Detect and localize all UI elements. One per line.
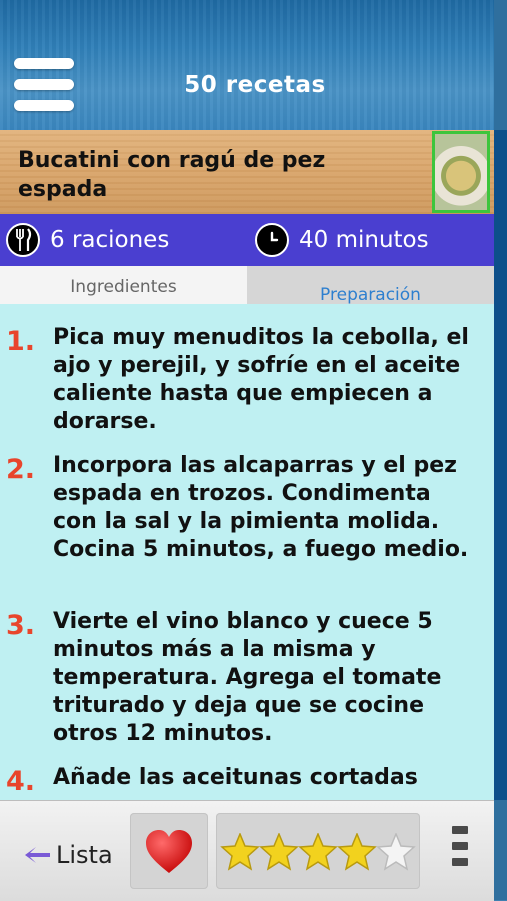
back-label: Lista: [56, 841, 113, 869]
back-arrow-icon: [25, 847, 50, 863]
app-header: [0, 0, 507, 130]
step-text: Vierte el vino blanco y cuece 5 minutos …: [53, 609, 442, 746]
step-number: 2.: [6, 454, 36, 485]
step-number: 1.: [6, 326, 36, 357]
star-filled-icon[interactable]: [220, 833, 260, 871]
step-text: Incorpora las alcaparras y el pez espada…: [53, 453, 469, 562]
preparation-steps[interactable]: 1. Pica muy menuditos la cebolla, el ajo…: [0, 304, 494, 800]
step-text: Añade las aceitunas cortadas: [53, 765, 418, 790]
favorite-button[interactable]: [130, 813, 208, 889]
servings-text: 6 raciones: [50, 227, 170, 253]
star-filled-icon[interactable]: [337, 833, 377, 871]
hamburger-bar: [14, 79, 74, 90]
heart-icon: [146, 830, 192, 873]
star-filled-icon[interactable]: [298, 833, 338, 871]
tab-ingredients[interactable]: Ingredientes: [0, 266, 247, 304]
hamburger-bar: [14, 100, 74, 111]
servings-info: 6 raciones: [6, 214, 169, 266]
star-filled-icon[interactable]: [259, 833, 299, 871]
time-info: 40 minutos: [255, 214, 429, 266]
step-number: 4.: [6, 766, 36, 797]
cutlery-icon: [6, 223, 40, 257]
rating-stars[interactable]: [216, 813, 420, 889]
tab-preparation[interactable]: Preparación: [247, 266, 494, 304]
right-edge: [494, 0, 507, 900]
hamburger-menu-icon: [14, 58, 74, 69]
back-to-list-button[interactable]: Lista: [22, 838, 113, 872]
more-options-button[interactable]: [452, 826, 470, 876]
step-text: Pica muy menuditos la cebolla, el ajo y …: [53, 325, 469, 434]
app-title: 50 recetas: [184, 72, 326, 98]
more-dot: [452, 858, 468, 866]
clock-icon: [255, 223, 289, 257]
more-vertical-icon: [452, 826, 468, 834]
time-text: 40 minutos: [299, 227, 429, 253]
more-dot: [452, 842, 468, 850]
step-number: 3.: [6, 610, 36, 641]
recipe-thumbnail[interactable]: [432, 131, 490, 213]
recipe-title: Bucatini con ragú de pez espada: [18, 148, 326, 202]
recipe-tabs: Ingredientes Preparación: [0, 266, 494, 304]
star-empty-icon[interactable]: [376, 833, 416, 871]
menu-button[interactable]: [14, 56, 76, 114]
recipe-info-bar: 6 raciones 40 minutos: [0, 214, 494, 266]
